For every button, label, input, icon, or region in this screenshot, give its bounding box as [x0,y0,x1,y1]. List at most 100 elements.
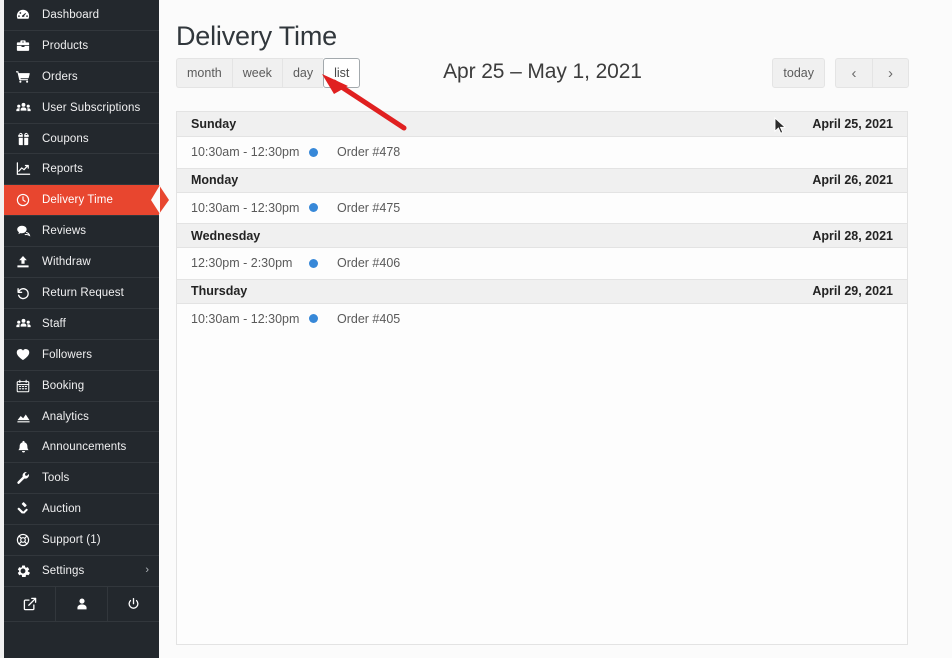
event-time: 10:30am - 12:30pm [191,200,300,215]
day-date-label: April 28, 2021 [812,228,893,243]
event-time: 12:30pm - 2:30pm [191,256,293,271]
sidebar-item-analytics[interactable]: Analytics [4,402,159,433]
chart-line-icon [4,162,42,176]
sidebar-item-label: Orders [42,70,78,83]
event-row[interactable]: 10:30am - 12:30pm Order #405 [177,303,907,334]
sidebar-item-label: Tools [42,472,70,485]
day-header-row: Sunday April 25, 2021 [177,112,907,137]
next-period-button[interactable]: › [872,58,909,88]
event-row[interactable]: 10:30am - 12:30pm Order #478 [177,137,907,168]
event-title: Order #406 [337,256,401,271]
day-header-row: Wednesday April 28, 2021 [177,223,907,248]
calendar-icon [4,379,42,393]
sidebar-item-label: Return Request [42,286,124,299]
comment-icon [4,224,42,238]
day-weekday-label: Sunday [191,117,237,131]
cart-icon [4,70,42,84]
event-time: 10:30am - 12:30pm [191,311,300,326]
sidebar-item-auction[interactable]: Auction [4,494,159,526]
gavel-icon [4,502,42,516]
gift-icon [4,132,42,146]
sidebar-item-label: Settings [42,564,85,577]
sidebar-item-label: User Subscriptions [42,101,141,114]
sidebar-item-coupons[interactable]: Coupons [4,124,159,155]
sidebar-item-label: Reviews [42,225,87,238]
event-title: Order #405 [337,311,401,326]
clock-icon [4,193,42,207]
gear-icon [4,564,42,578]
event-row[interactable]: 10:30am - 12:30pm Order #475 [177,192,907,223]
day-weekday-label: Wednesday [191,228,261,243]
sidebar-item-label: Dashboard [42,8,100,21]
sidebar-item-label: Withdraw [42,256,91,269]
main-content: Delivery Time month week day list Apr 25 – … [159,0,952,658]
event-dot-icon [309,147,337,157]
external-link-icon[interactable] [4,586,56,621]
sidebar-bottom-bar [4,586,159,622]
sidebar-item-label: Products [42,39,89,52]
sidebar-item-label: Support (1) [42,534,101,547]
event-title: Order #475 [337,200,401,215]
users-icon [4,101,42,115]
calendar-list-view: Sunday April 25, 2021 10:30am - 12:30pm Ord… [176,111,908,645]
upload-icon [4,255,42,269]
chevron-right-icon[interactable]: › [145,565,149,576]
calendar-toolbar: month week day list Apr 25 – May 1, 2021 to… [176,58,909,88]
lifering-icon [4,533,42,547]
sidebar-item-followers[interactable]: Followers [4,340,159,371]
sidebar-item-label: Followers [42,348,93,361]
users-icon [4,317,42,331]
prev-period-button[interactable]: ‹ [835,58,872,88]
day-header-row: Monday April 26, 2021 [177,167,907,193]
sidebar-item-delivery-time[interactable]: Delivery Time [4,185,169,217]
wrench-icon [4,471,42,485]
power-icon[interactable] [108,587,159,621]
sidebar-item-label: Booking [42,379,85,392]
undo-icon [4,286,42,300]
sidebar-item-announcements[interactable]: Announcements [4,432,159,464]
sidebar-item-dashboard[interactable]: Dashboard [4,0,159,31]
sidebar-item-tools[interactable]: Tools [4,463,159,495]
page-title: Delivery Time [176,21,337,52]
sidebar-item-reviews[interactable]: Reviews [4,216,159,248]
sidebar-item-label: Delivery Time [42,194,113,207]
sidebar-item-label: Analytics [42,410,89,423]
sidebar-item-label: Staff [42,317,66,330]
day-header-row: Thursday April 29, 2021 [177,278,907,304]
products-icon [4,39,42,53]
dashboard-icon [4,8,42,22]
day-weekday-label: Monday [191,173,239,187]
today-button[interactable]: today [772,58,825,88]
sidebar-item-products[interactable]: Products [4,31,159,62]
day-date-label: April 29, 2021 [812,284,893,298]
event-row[interactable]: 12:30pm - 2:30pm Order #406 [177,248,907,279]
event-dot-icon [309,203,337,213]
sidebar: Dashboard Products Orders User Subscription… [4,0,169,658]
day-weekday-label: Thursday [191,284,248,298]
sidebar-item-support-1[interactable]: Support (1) [4,525,159,557]
sidebar-item-label: Auction [42,503,82,516]
sidebar-item-label: Coupons [42,132,89,145]
sidebar-item-user-subscriptions[interactable]: User Subscriptions [4,93,159,124]
event-dot-icon [309,314,337,324]
sidebar-item-reports[interactable]: Reports [4,154,159,186]
sidebar-item-orders[interactable]: Orders [4,62,159,93]
day-date-label: April 25, 2021 [812,117,893,131]
analytics-icon [4,410,42,424]
sidebar-item-booking[interactable]: Booking [4,371,159,402]
event-time: 10:30am - 12:30pm [191,145,300,160]
event-title: Order #478 [337,145,401,160]
bell-icon [4,440,42,454]
sidebar-item-return-request[interactable]: Return Request [4,278,159,309]
user-icon[interactable] [56,586,108,621]
window-left-edge [0,0,4,658]
event-dot-icon [309,258,337,268]
heart-icon [4,348,42,361]
day-date-label: April 26, 2021 [812,173,893,187]
sidebar-item-label: Announcements [42,441,127,454]
view-button-list[interactable]: list [323,58,361,88]
sidebar-item-label: Reports [42,163,83,176]
sidebar-item-withdraw[interactable]: Withdraw [4,247,159,279]
sidebar-item-settings[interactable]: Settings › [4,556,159,587]
sidebar-item-staff[interactable]: Staff [4,309,159,340]
